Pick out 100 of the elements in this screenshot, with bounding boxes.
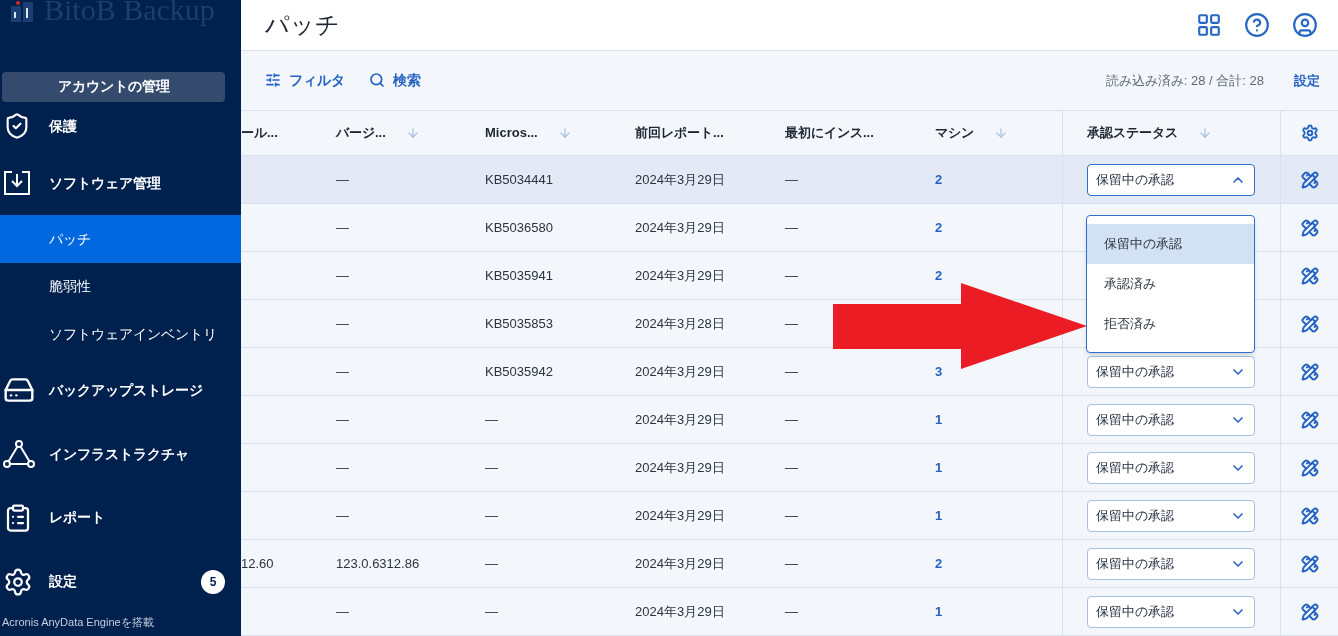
footer-text: Acronis AnyData Engineを搭載 bbox=[1, 614, 155, 630]
status-dropdown[interactable]: 保留中の承認 bbox=[1087, 163, 1255, 196]
tools-icon[interactable] bbox=[1300, 554, 1319, 573]
machine-count-link[interactable]: 2 bbox=[935, 553, 943, 574]
help-icon[interactable] bbox=[1244, 11, 1270, 38]
table-row[interactable]: — — 2024年3月29日 — 1 保留中の承認 bbox=[241, 492, 1338, 540]
table-row[interactable]: — KB5035942 2024年3月29日 — 3 保留中の承認 bbox=[241, 348, 1338, 396]
table-cell-text: — bbox=[336, 266, 349, 285]
network-triangle-icon bbox=[3, 440, 35, 469]
table-cell-text: KB5035942 bbox=[485, 362, 553, 381]
account-button[interactable]: アカウントの管理 bbox=[2, 71, 225, 102]
table-cell-text: 2024年3月29日 bbox=[635, 170, 725, 189]
logo-icon bbox=[10, 0, 36, 22]
tools-icon[interactable] bbox=[1300, 410, 1319, 429]
filter-button[interactable]: フィルタ bbox=[265, 69, 345, 91]
machine-count-link[interactable]: 1 bbox=[935, 457, 943, 478]
nav-subitem[interactable]: パッチ bbox=[0, 215, 241, 263]
column-header[interactable]: ール... bbox=[241, 123, 278, 143]
download-tray-icon bbox=[3, 170, 31, 197]
table-cell-text: 12.60 bbox=[241, 554, 274, 573]
sort-arrow-icon bbox=[994, 125, 1008, 140]
tools-icon[interactable] bbox=[1300, 170, 1319, 189]
table-row[interactable]: — — 2024年3月29日 — 1 保留中の承認 bbox=[241, 396, 1338, 444]
machine-count-link[interactable]: 1 bbox=[935, 505, 943, 526]
table-cell-text: — bbox=[336, 602, 349, 621]
table-cell-text: — bbox=[785, 170, 798, 189]
table-cell-text: — bbox=[336, 410, 349, 429]
tools-icon[interactable] bbox=[1300, 506, 1319, 525]
column-header[interactable]: Micros... bbox=[485, 123, 572, 143]
table-cell-text: — bbox=[785, 362, 798, 381]
machine-count-link[interactable]: 2 bbox=[935, 217, 943, 238]
status-dropdown[interactable]: 保留中の承認 bbox=[1087, 499, 1255, 532]
table-cell-text: — bbox=[485, 554, 498, 573]
machine-count-link[interactable]: 2 bbox=[935, 265, 943, 286]
table-cell-text: — bbox=[785, 218, 798, 237]
status-dropdown[interactable]: 保留中の承認 bbox=[1087, 547, 1255, 580]
menu-option[interactable]: 保留中の承認 bbox=[1087, 224, 1254, 264]
table-cell-text: — bbox=[336, 458, 349, 477]
tools-icon[interactable] bbox=[1300, 362, 1319, 381]
table-cell-text: — bbox=[785, 266, 798, 285]
status-dropdown[interactable]: 保留中の承認 bbox=[1087, 403, 1255, 436]
status-dropdown[interactable]: 保留中の承認 bbox=[1087, 451, 1255, 484]
column-header[interactable]: マシン bbox=[935, 123, 1008, 143]
tools-icon[interactable] bbox=[1300, 458, 1319, 477]
nav-item[interactable]: 設定 5 bbox=[0, 549, 241, 614]
tools-icon[interactable] bbox=[1300, 266, 1319, 285]
search-icon bbox=[369, 72, 385, 89]
table-cell-text: 2024年3月29日 bbox=[635, 362, 725, 381]
column-settings-icon[interactable] bbox=[1300, 123, 1319, 142]
table-cell-text: 2024年3月28日 bbox=[635, 314, 725, 333]
nav-item[interactable]: バックアップストレージ bbox=[0, 358, 241, 423]
table-cell-text: 2024年3月29日 bbox=[635, 602, 725, 621]
table-cell-text: — bbox=[485, 410, 498, 429]
nav-item[interactable]: インフラストラクチャ bbox=[0, 422, 241, 487]
table-cell-text: — bbox=[785, 554, 798, 573]
table-row[interactable]: — — 2024年3月29日 — 1 保留中の承認 bbox=[241, 588, 1338, 636]
table-cell-text: — bbox=[336, 362, 349, 381]
table-cell-text: — bbox=[785, 506, 798, 525]
table-cell-text: 2024年3月29日 bbox=[635, 554, 725, 573]
search-button[interactable]: 検索 bbox=[369, 69, 421, 91]
sliders-icon bbox=[265, 72, 281, 89]
sort-arrow-icon bbox=[405, 125, 420, 140]
table-row[interactable]: 12.60 123.0.6312.86 — 2024年3月29日 — 2 保留中の承認 bbox=[241, 540, 1338, 588]
column-header[interactable]: 前回レポート... bbox=[635, 123, 724, 143]
machine-count-link[interactable]: 3 bbox=[935, 361, 943, 382]
table-row[interactable]: — KB5034441 2024年3月29日 — 2 保留中の承認 bbox=[241, 156, 1338, 204]
count-text: 読み込み済み: 28 / 合計: 28 bbox=[1105, 71, 1264, 90]
nav-item[interactable]: レポート bbox=[0, 486, 241, 550]
count-badge: 5 bbox=[201, 569, 225, 594]
settings-icon bbox=[3, 566, 33, 597]
user-icon[interactable] bbox=[1292, 11, 1318, 38]
nav-subitem[interactable]: ソフトウェアインベントリ bbox=[0, 310, 241, 359]
column-header[interactable]: バージ... bbox=[336, 123, 420, 143]
table-cell-text: — bbox=[485, 458, 498, 477]
nav-item[interactable]: 保護 bbox=[0, 101, 241, 152]
nav-subitem[interactable]: 脆弱性 bbox=[0, 262, 241, 311]
status-dropdown[interactable]: 保留中の承認 bbox=[1087, 355, 1255, 388]
tools-icon[interactable] bbox=[1300, 602, 1319, 621]
table-cell-text: KB5036580 bbox=[485, 218, 553, 237]
column-header[interactable]: 最初にインス... bbox=[785, 123, 874, 143]
status-dropdown[interactable]: 保留中の承認 bbox=[1087, 595, 1255, 628]
column-header[interactable]: 承認ステータス bbox=[1087, 123, 1212, 143]
menu-option[interactable]: 拒否済み bbox=[1087, 304, 1254, 344]
table-row[interactable]: — — 2024年3月29日 — 1 保留中の承認 bbox=[241, 444, 1338, 492]
machine-count-link[interactable]: 1 bbox=[935, 601, 943, 622]
nav-item[interactable]: ソフトウェア管理 bbox=[0, 151, 241, 216]
machine-count-link[interactable]: 1 bbox=[935, 409, 943, 430]
table-cell-text: — bbox=[485, 506, 498, 525]
tools-icon[interactable] bbox=[1300, 314, 1319, 333]
apps-grid-icon[interactable] bbox=[1196, 11, 1222, 38]
tools-icon[interactable] bbox=[1300, 218, 1319, 237]
table-cell-text: — bbox=[336, 170, 349, 189]
table-cell-text: — bbox=[485, 602, 498, 621]
machine-count-link[interactable]: 2 bbox=[935, 169, 943, 190]
settings-link[interactable]: 設定 bbox=[1294, 70, 1320, 91]
page-title: パッチ bbox=[265, 9, 340, 40]
table-cell-text: — bbox=[785, 410, 798, 429]
table-cell-text: — bbox=[785, 458, 798, 477]
table-cell-text: KB5035853 bbox=[485, 314, 553, 333]
sort-arrow-icon bbox=[1198, 125, 1212, 140]
